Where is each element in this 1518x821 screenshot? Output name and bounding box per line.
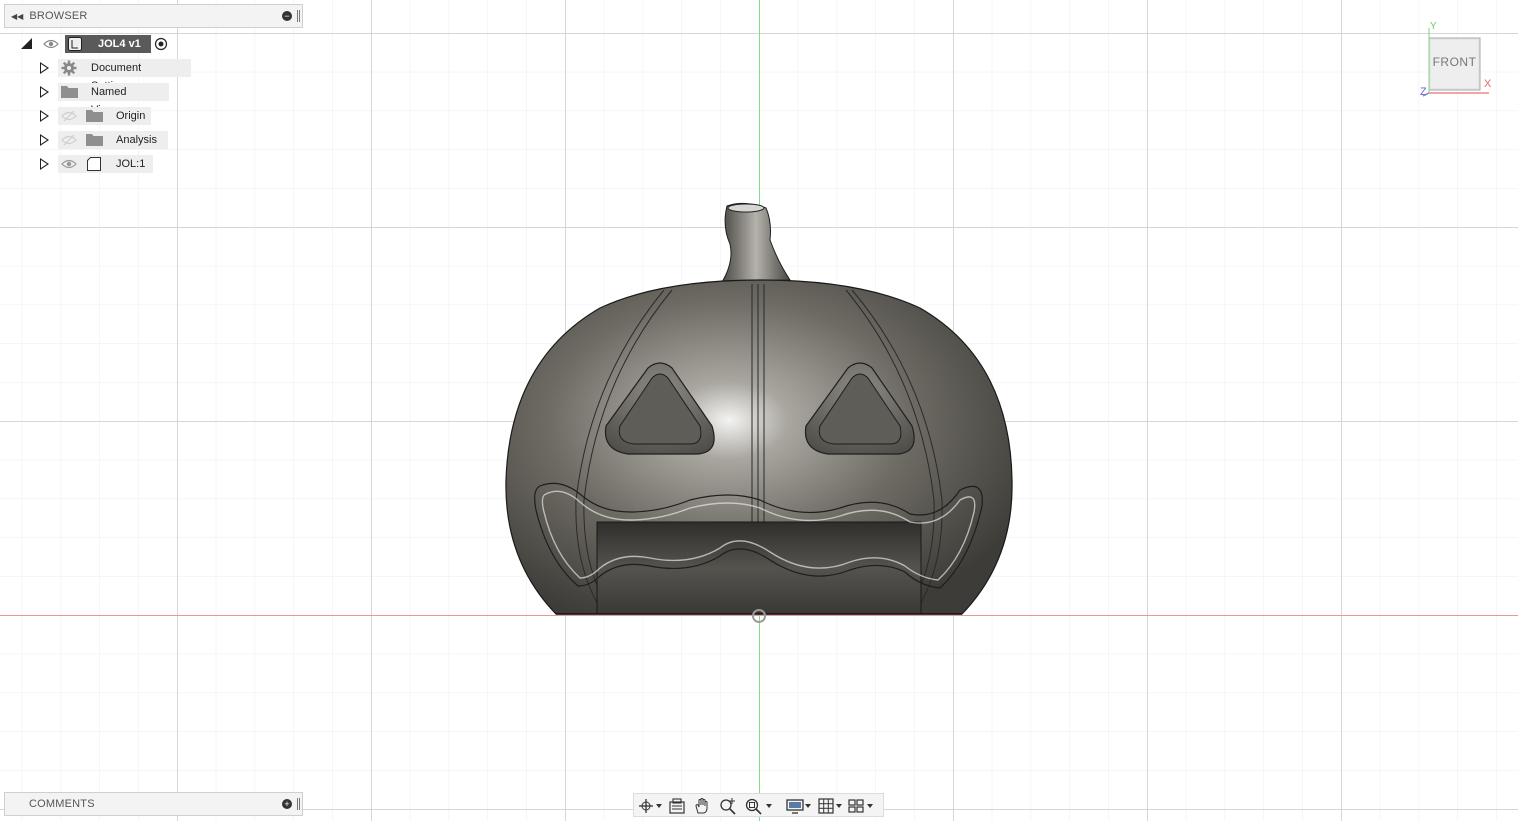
chevron-down-icon[interactable]: [867, 804, 873, 808]
resize-grip-icon[interactable]: [297, 798, 300, 810]
viewports-icon[interactable]: [846, 796, 866, 816]
hidden-eye-icon[interactable]: [61, 110, 77, 122]
hidden-eye-icon[interactable]: [61, 134, 77, 146]
root-node-label: JOL4 v1: [98, 38, 141, 50]
folder-icon: [86, 134, 103, 146]
resize-grip-icon[interactable]: [297, 10, 300, 22]
browser-panel-header[interactable]: ◀◀ BROWSER −: [4, 4, 303, 28]
zoom-icon[interactable]: [718, 796, 738, 816]
tree-item-label: JOL:1: [116, 158, 146, 170]
visibility-eye-icon[interactable]: [61, 158, 77, 170]
expand-arrow-icon[interactable]: [40, 134, 49, 146]
navigation-toolbar: [633, 793, 884, 817]
fit-icon[interactable]: [744, 796, 764, 816]
comments-panel-header[interactable]: COMMENTS +: [4, 792, 303, 816]
folder-icon: [61, 86, 78, 98]
add-comment-icon[interactable]: +: [282, 799, 292, 809]
minimize-panel-icon[interactable]: −: [282, 11, 292, 21]
grid-canvas: [0, 0, 1518, 821]
axis-y-label: Y: [1430, 21, 1437, 32]
comments-panel-title: COMMENTS: [29, 798, 95, 810]
view-cube-face-label[interactable]: FRONT: [1429, 55, 1480, 69]
gear-icon: [61, 60, 77, 76]
display-settings-icon[interactable]: [785, 796, 805, 816]
axis-x-label: X: [1484, 78, 1492, 90]
collapse-panel-icon[interactable]: ◀◀: [11, 12, 23, 21]
axis-z-label: Z: [1420, 86, 1427, 98]
document-component-icon: [68, 37, 82, 51]
expand-arrow-icon[interactable]: [40, 158, 49, 170]
grid-settings-icon[interactable]: [816, 796, 836, 816]
visibility-eye-icon[interactable]: [43, 38, 59, 50]
orbit-icon[interactable]: [636, 796, 656, 816]
root-node-chip[interactable]: JOL4 v1: [65, 35, 151, 53]
browser-panel-title: BROWSER: [29, 10, 88, 22]
tree-item-label: Origin: [116, 110, 146, 122]
tree-item-label: Analysis: [116, 134, 157, 146]
chevron-down-icon[interactable]: [836, 804, 842, 808]
expand-arrow-icon[interactable]: [40, 86, 49, 98]
3d-viewport[interactable]: ◀◀ BROWSER − JOL4 v1 Document Named Orig…: [0, 0, 1518, 821]
view-cube[interactable]: FRONT Y X Z: [1419, 21, 1499, 102]
look-at-icon[interactable]: [667, 796, 687, 816]
chevron-down-icon[interactable]: [656, 804, 662, 808]
expand-arrow-icon[interactable]: [40, 110, 49, 122]
expand-arrow-icon[interactable]: [40, 62, 49, 74]
folder-icon: [86, 110, 103, 122]
chevron-down-icon[interactable]: [805, 804, 811, 808]
chevron-down-icon[interactable]: [766, 804, 772, 808]
activate-radio-icon[interactable]: [154, 37, 168, 51]
pan-icon[interactable]: [692, 796, 712, 816]
expand-root-icon[interactable]: [21, 38, 32, 49]
component-icon: [87, 157, 101, 171]
